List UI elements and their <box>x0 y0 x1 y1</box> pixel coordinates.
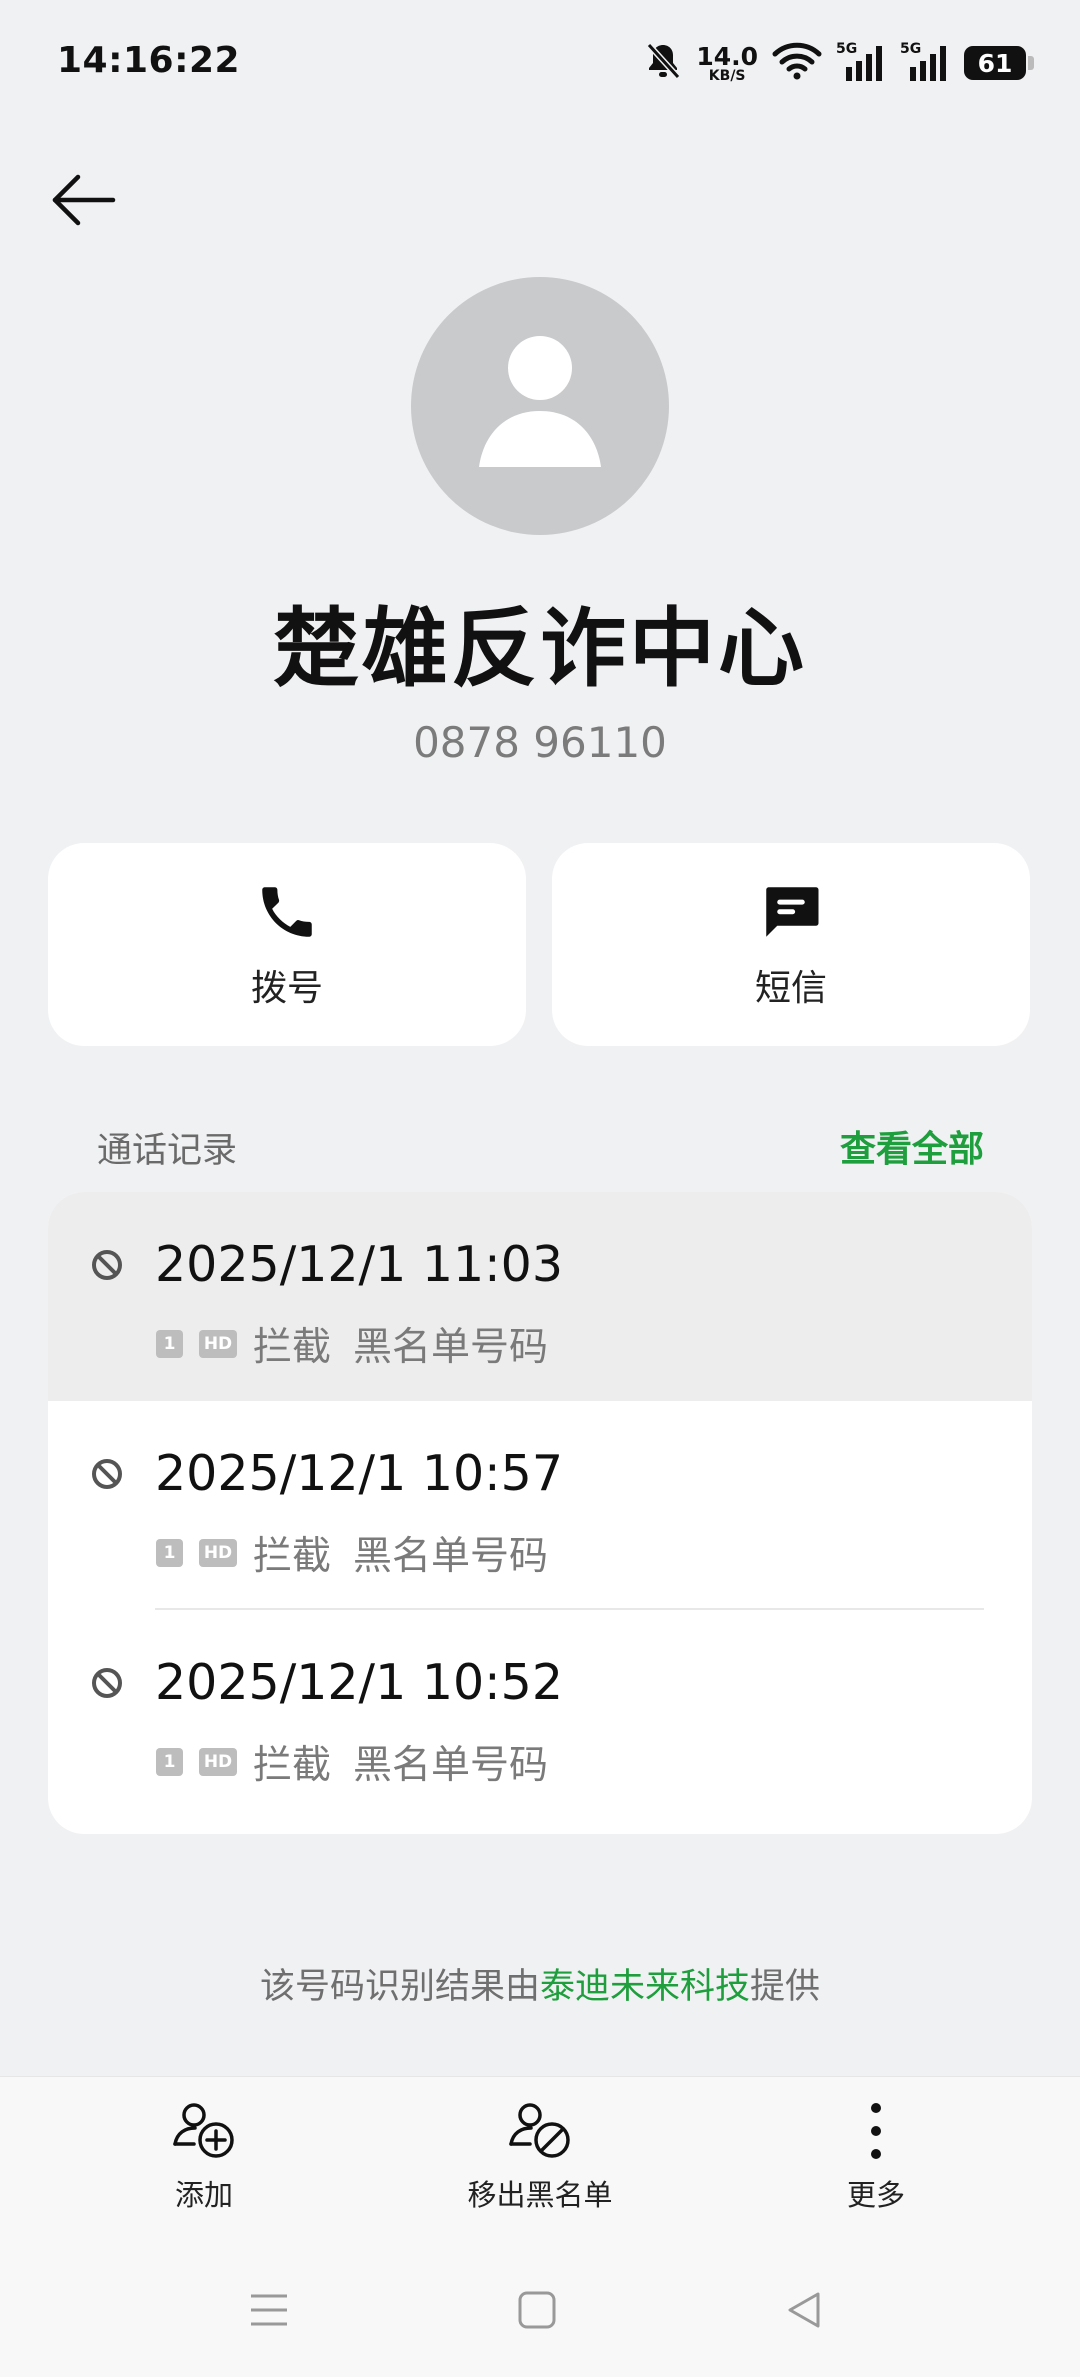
nav-back-button[interactable] <box>774 2280 834 2340</box>
call-meta: 1 HD 拦截 黑名单号码 <box>156 1525 548 1581</box>
provider-prefix: 该号码识别结果由 <box>259 1967 540 2007</box>
call-status: 拦截 <box>253 1534 332 1579</box>
see-all-link[interactable]: 查看全部 <box>840 1120 984 1172</box>
call-meta: 1 HD 拦截 黑名单号码 <box>156 1734 548 1790</box>
home-square-icon <box>518 2291 556 2329</box>
more-label: 更多 <box>846 2178 905 2212</box>
block-icon <box>92 1250 122 1280</box>
call-reason: 黑名单号码 <box>353 1743 549 1788</box>
block-icon <box>92 1459 122 1489</box>
call-time: 2025/12/1 10:52 <box>155 1654 564 1711</box>
sms-label: 短信 <box>754 967 827 1009</box>
provider-note: 该号码识别结果由泰迪未来科技提供 <box>0 1958 1080 2009</box>
net-speed-unit: KB/S <box>708 67 746 84</box>
net-speed: 14.0 KB/S <box>696 44 758 83</box>
phone-icon <box>262 886 312 937</box>
dial-button[interactable]: 拨号 <box>48 843 526 1046</box>
sim-badge: 1 <box>156 1330 183 1358</box>
contact-number: 0878 96110 <box>413 718 667 767</box>
back-button[interactable] <box>44 160 124 240</box>
more-button[interactable]: 更多 <box>746 2100 1006 2214</box>
menu-icon <box>251 2294 287 2326</box>
sim-badge: 1 <box>156 1539 183 1567</box>
hd-badge: HD <box>199 1539 237 1567</box>
call-record[interactable]: 2025/12/1 10:52 1 HD 拦截 黑名单号码 <box>48 1610 1032 1819</box>
call-reason: 黑名单号码 <box>353 1534 549 1579</box>
block-icon <box>92 1668 122 1698</box>
hd-badge: HD <box>199 1330 237 1358</box>
call-reason: 黑名单号码 <box>353 1325 549 1370</box>
call-meta: 1 HD 拦截 黑名单号码 <box>156 1316 548 1372</box>
add-label: 添加 <box>174 2178 233 2212</box>
nav-menu-button[interactable] <box>239 2280 299 2340</box>
person-icon <box>479 336 601 467</box>
nav-home-button[interactable] <box>507 2280 567 2340</box>
hd-badge: HD <box>199 1748 237 1776</box>
status-time: 14:16:22 <box>57 40 241 81</box>
contact-name: 楚雄反诈中心 <box>273 599 807 699</box>
mute-bell-icon <box>644 41 682 85</box>
signal-2-icon: 5G <box>900 41 950 83</box>
add-contact-button[interactable]: 添加 <box>74 2100 334 2214</box>
call-time: 2025/12/1 10:57 <box>155 1445 564 1502</box>
status-icons: 14.0 KB/S 5G 5G 61 <box>644 38 1034 88</box>
unblock-person-icon <box>509 2103 570 2158</box>
provider-brand-link[interactable]: 泰迪未来科技 <box>540 1967 750 2007</box>
sim-badge: 1 <box>156 1748 183 1776</box>
back-arrow-icon <box>52 174 116 226</box>
call-record[interactable]: 2025/12/1 11:03 1 HD 拦截 黑名单号码 <box>48 1192 1032 1401</box>
wifi-icon <box>772 42 822 84</box>
call-time: 2025/12/1 11:03 <box>155 1236 564 1293</box>
avatar <box>411 277 669 535</box>
call-log-list: 2025/12/1 11:03 1 HD 拦截 黑名单号码 2025/12/1 … <box>48 1192 1032 1834</box>
call-log-title: 通话记录 <box>97 1131 238 1171</box>
call-status: 拦截 <box>253 1325 332 1370</box>
add-person-icon <box>173 2103 234 2158</box>
signal-1-icon: 5G <box>836 41 886 83</box>
message-icon <box>766 886 819 937</box>
battery-indicator: 61 <box>964 46 1034 80</box>
back-triangle-icon <box>788 2292 820 2328</box>
dial-label: 拨号 <box>250 967 323 1009</box>
call-status: 拦截 <box>253 1743 332 1788</box>
unblock-label: 移出黑名单 <box>467 2178 613 2212</box>
remove-from-blacklist-button[interactable]: 移出黑名单 <box>410 2100 670 2214</box>
net-speed-value: 14.0 <box>696 41 758 71</box>
call-record[interactable]: 2025/12/1 10:57 1 HD 拦截 黑名单号码 <box>48 1401 1032 1610</box>
sms-button[interactable]: 短信 <box>552 843 1030 1046</box>
provider-suffix: 提供 <box>750 1967 821 2007</box>
more-vertical-icon <box>871 2103 881 2159</box>
